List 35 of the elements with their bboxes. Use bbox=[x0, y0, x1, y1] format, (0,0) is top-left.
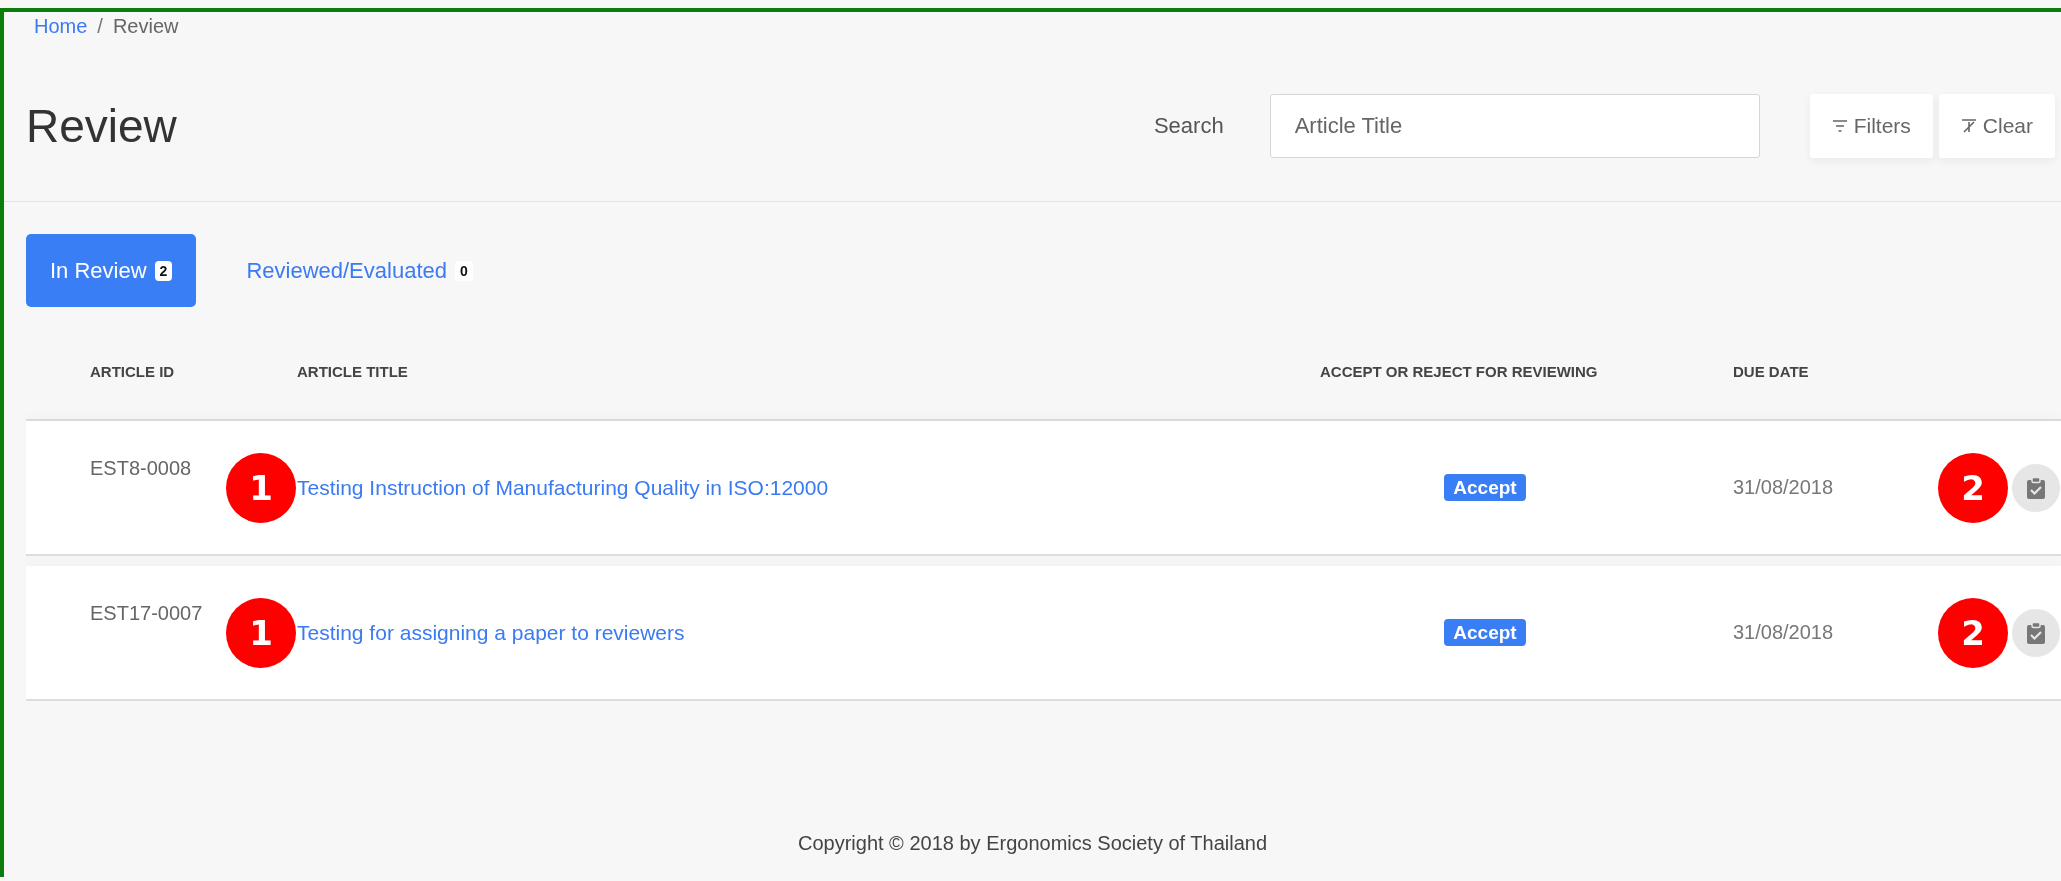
article-title-link[interactable]: Testing for assigning a paper to reviewers bbox=[297, 620, 685, 644]
callout-marker: 2 bbox=[1938, 453, 2008, 523]
column-header: ARTICLE ID bbox=[90, 363, 176, 380]
copyright-text: Copyright © 2018 by Ergonomics Society of Thailand bbox=[796, 832, 1269, 855]
clipboard-check-icon bbox=[2025, 475, 2047, 500]
tab[interactable]: Reviewed/Evaluated 0 bbox=[222, 234, 497, 307]
status-badge: Accept bbox=[1444, 618, 1526, 646]
callout-marker: 2 bbox=[1938, 598, 2008, 668]
review-button[interactable] bbox=[2012, 463, 2060, 512]
filter-icon bbox=[1831, 120, 1848, 132]
search-field[interactable]: Article Title bbox=[1269, 94, 1760, 158]
clear-button[interactable]: Clear bbox=[1938, 94, 2055, 158]
column-header: ARTICLE TITLE bbox=[297, 363, 409, 380]
callout-marker: 1 bbox=[226, 598, 296, 668]
due-date: 31/08/2018 bbox=[1732, 476, 1835, 499]
review-button[interactable] bbox=[2012, 608, 2060, 657]
breadcrumb-link[interactable]: Home bbox=[34, 15, 88, 51]
page-title: Review bbox=[26, 99, 178, 153]
count-badge: 2 bbox=[154, 260, 173, 281]
breadcrumb-separator: / bbox=[97, 15, 103, 39]
column-header: DUE DATE bbox=[1732, 363, 1810, 380]
article-id: EST8-0008 bbox=[90, 456, 193, 480]
clear-filter-icon bbox=[1960, 119, 1977, 133]
breadcrumb-current: Review bbox=[112, 15, 179, 39]
filters-button[interactable]: Filters bbox=[1809, 94, 1933, 158]
article-id: EST17-0007 bbox=[90, 601, 204, 625]
due-date: 31/08/2018 bbox=[1732, 621, 1835, 644]
search-label: Search bbox=[1153, 113, 1224, 139]
column-header: ACCEPT OR REJECT FOR REVIEWING bbox=[1319, 363, 1599, 380]
callout-marker: 1 bbox=[226, 453, 296, 523]
count-badge: 0 bbox=[454, 260, 473, 281]
tab[interactable]: In Review 2 bbox=[26, 234, 197, 307]
article-title-link[interactable]: Testing Instruction of Manufacturing Quality in ISO:12000 bbox=[297, 475, 829, 499]
status-badge: Accept bbox=[1444, 473, 1526, 501]
clipboard-check-icon bbox=[2025, 620, 2047, 645]
